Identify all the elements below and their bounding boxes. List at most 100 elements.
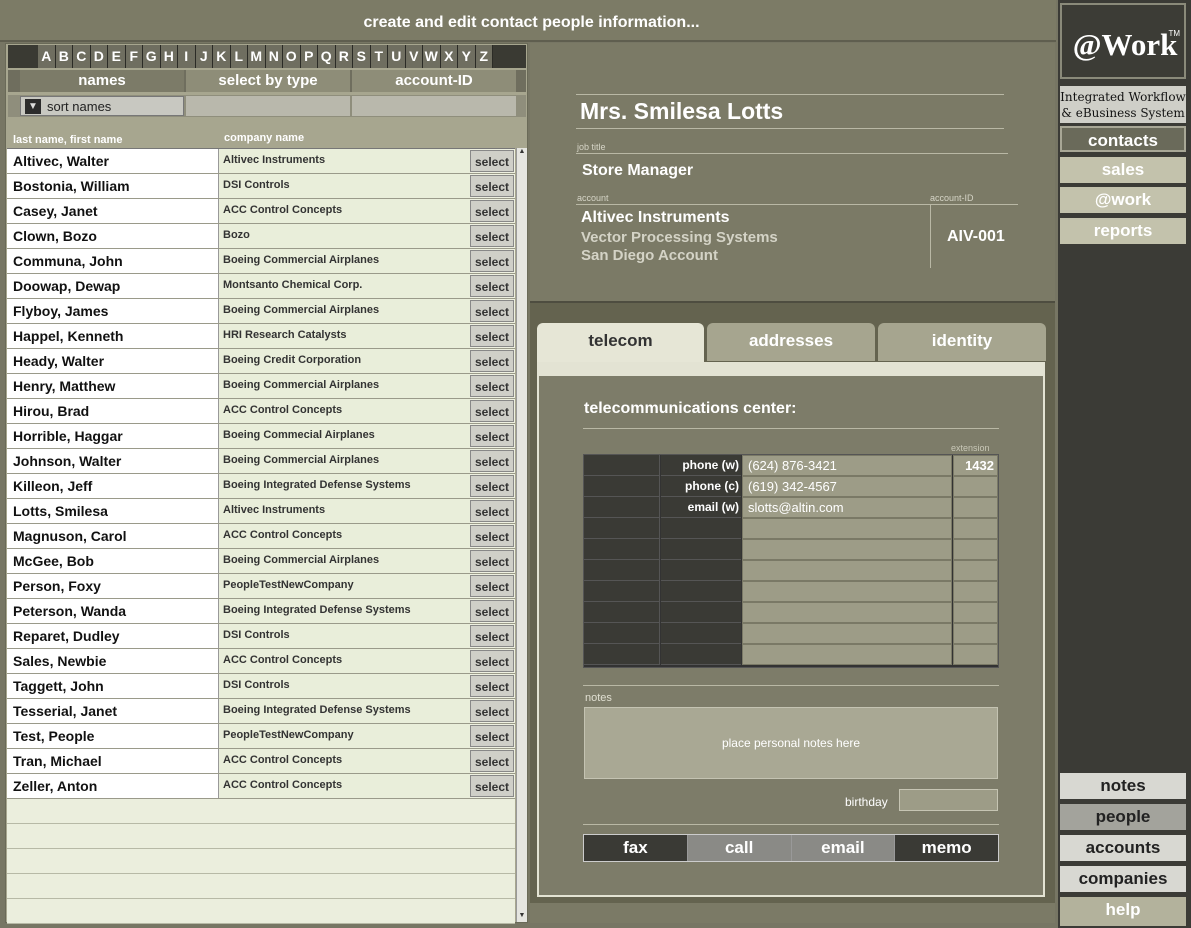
telecom-value-field[interactable]: [742, 581, 952, 602]
telecom-type-cell[interactable]: [584, 602, 660, 623]
contact-name[interactable]: Altivec, Walter: [7, 149, 219, 173]
extension-field[interactable]: [953, 560, 998, 581]
select-button[interactable]: select: [470, 625, 514, 647]
list-item[interactable]: Henry, Matthew Boeing Commercial Airplane…: [7, 374, 515, 399]
nav-help[interactable]: help: [1060, 897, 1186, 926]
list-item[interactable]: Horrible, Haggar Boeing Commecial Airplan…: [7, 424, 515, 449]
alpha-filter-e[interactable]: E: [108, 45, 126, 68]
contact-name[interactable]: Tesserial, Janet: [7, 699, 219, 723]
contact-full-name[interactable]: Mrs. Smilesa Lotts: [580, 98, 783, 125]
list-item[interactable]: Altivec, Walter Altivec Instruments select: [7, 149, 515, 174]
contact-name[interactable]: Reparet, Dudley: [7, 624, 219, 648]
alpha-filter-g[interactable]: G: [143, 45, 161, 68]
extension-field[interactable]: [953, 539, 998, 560]
nav-accounts[interactable]: accounts: [1060, 835, 1186, 861]
telecom-value-field[interactable]: (619) 342-4567: [742, 476, 952, 497]
list-item[interactable]: Tran, Michael ACC Control Concepts select: [7, 749, 515, 774]
list-item[interactable]: Casey, Janet ACC Control Concepts select: [7, 199, 515, 224]
list-item[interactable]: McGee, Bob Boeing Commercial Airplanes sel…: [7, 549, 515, 574]
select-button[interactable]: select: [470, 275, 514, 297]
birthday-field[interactable]: [899, 789, 998, 811]
alpha-filter-z[interactable]: Z: [475, 45, 493, 68]
select-button[interactable]: select: [470, 650, 514, 672]
notes-textarea[interactable]: place personal notes here: [584, 707, 998, 779]
email-button[interactable]: email: [791, 835, 896, 861]
alpha-filter-a[interactable]: A: [38, 45, 56, 68]
tab-account-id[interactable]: account-ID: [352, 70, 516, 92]
alpha-filter-h[interactable]: H: [160, 45, 178, 68]
telecom-type-cell[interactable]: [584, 455, 660, 476]
contact-name[interactable]: Clown, Bozo: [7, 224, 219, 248]
alpha-filter-m[interactable]: M: [248, 45, 266, 68]
account-filter-field[interactable]: [352, 96, 516, 116]
sort-names-dropdown[interactable]: ▼ sort names: [20, 96, 184, 116]
scroll-down-arrow-icon[interactable]: ▼: [517, 912, 527, 922]
account-line-secondary[interactable]: Vector Processing Systems: [581, 229, 778, 246]
select-button[interactable]: select: [470, 475, 514, 497]
select-button[interactable]: select: [470, 350, 514, 372]
extension-field[interactable]: [953, 602, 998, 623]
list-item[interactable]: Taggett, John DSI Controls select: [7, 674, 515, 699]
account-line-tertiary[interactable]: San Diego Account: [581, 247, 718, 264]
list-item[interactable]: Killeon, Jeff Boeing Integrated Defense S…: [7, 474, 515, 499]
contact-name[interactable]: Hirou, Brad: [7, 399, 219, 423]
fax-button[interactable]: fax: [584, 835, 688, 861]
telecom-value-field[interactable]: slotts@altin.com: [742, 497, 952, 518]
telecom-type-cell[interactable]: [584, 539, 660, 560]
job-title-field[interactable]: Store Manager: [582, 162, 693, 180]
list-item[interactable]: Test, People PeopleTestNewCompany select: [7, 724, 515, 749]
list-item[interactable]: Magnuson, Carol ACC Control Concepts selec…: [7, 524, 515, 549]
alpha-filter-i[interactable]: I: [178, 45, 196, 68]
extension-field[interactable]: [953, 623, 998, 644]
contact-name[interactable]: Heady, Walter: [7, 349, 219, 373]
select-button[interactable]: select: [470, 425, 514, 447]
alpha-filter-j[interactable]: J: [195, 45, 213, 68]
list-item[interactable]: Johnson, Walter Boeing Commercial Airplan…: [7, 449, 515, 474]
contact-name[interactable]: Lotts, Smilesa: [7, 499, 219, 523]
telecom-value-field[interactable]: [742, 560, 952, 581]
select-button[interactable]: select: [470, 575, 514, 597]
contact-name[interactable]: Bostonia, William: [7, 174, 219, 198]
list-item[interactable]: Zeller, Anton ACC Control Concepts select: [7, 774, 515, 799]
alpha-filter-u[interactable]: U: [388, 45, 406, 68]
type-filter-field[interactable]: [186, 96, 350, 116]
contact-name[interactable]: Horrible, Haggar: [7, 424, 219, 448]
nav-reports[interactable]: reports: [1060, 218, 1186, 244]
telecom-type-cell[interactable]: [584, 560, 660, 581]
tab-names[interactable]: names: [20, 70, 184, 92]
scroll-up-arrow-icon[interactable]: ▲: [517, 148, 527, 158]
select-button[interactable]: select: [470, 200, 514, 222]
contact-name[interactable]: Peterson, Wanda: [7, 599, 219, 623]
telecom-value-field[interactable]: [742, 602, 952, 623]
alpha-filter-s[interactable]: S: [353, 45, 371, 68]
alpha-filter-q[interactable]: Q: [318, 45, 336, 68]
contact-name[interactable]: Killeon, Jeff: [7, 474, 219, 498]
select-button[interactable]: select: [470, 500, 514, 522]
list-item[interactable]: Sales, Newbie ACC Control Concepts select: [7, 649, 515, 674]
alpha-filter-r[interactable]: R: [335, 45, 353, 68]
alpha-filter-d[interactable]: D: [90, 45, 108, 68]
tab-identity[interactable]: identity: [878, 323, 1046, 361]
select-button[interactable]: select: [470, 700, 514, 722]
select-button[interactable]: select: [470, 675, 514, 697]
extension-field[interactable]: [953, 518, 998, 539]
select-button[interactable]: select: [470, 175, 514, 197]
list-item[interactable]: Person, Foxy PeopleTestNewCompany select: [7, 574, 515, 599]
contact-name[interactable]: Taggett, John: [7, 674, 219, 698]
select-button[interactable]: select: [470, 375, 514, 397]
list-item[interactable]: Reparet, Dudley DSI Controls select: [7, 624, 515, 649]
select-button[interactable]: select: [470, 725, 514, 747]
select-button[interactable]: select: [470, 525, 514, 547]
select-button[interactable]: select: [470, 300, 514, 322]
contact-name[interactable]: McGee, Bob: [7, 549, 219, 573]
list-item[interactable]: Hirou, Brad ACC Control Concepts select: [7, 399, 515, 424]
alpha-filter-c[interactable]: C: [73, 45, 91, 68]
telecom-type-cell[interactable]: [584, 623, 660, 644]
list-item[interactable]: Bostonia, William DSI Controls select: [7, 174, 515, 199]
nav-work[interactable]: @work: [1060, 187, 1186, 213]
memo-button[interactable]: memo: [895, 835, 998, 861]
tab-addresses[interactable]: addresses: [707, 323, 875, 361]
list-item[interactable]: Happel, Kenneth HRI Research Catalysts sel…: [7, 324, 515, 349]
select-button[interactable]: select: [470, 600, 514, 622]
contact-name[interactable]: Doowap, Dewap: [7, 274, 219, 298]
